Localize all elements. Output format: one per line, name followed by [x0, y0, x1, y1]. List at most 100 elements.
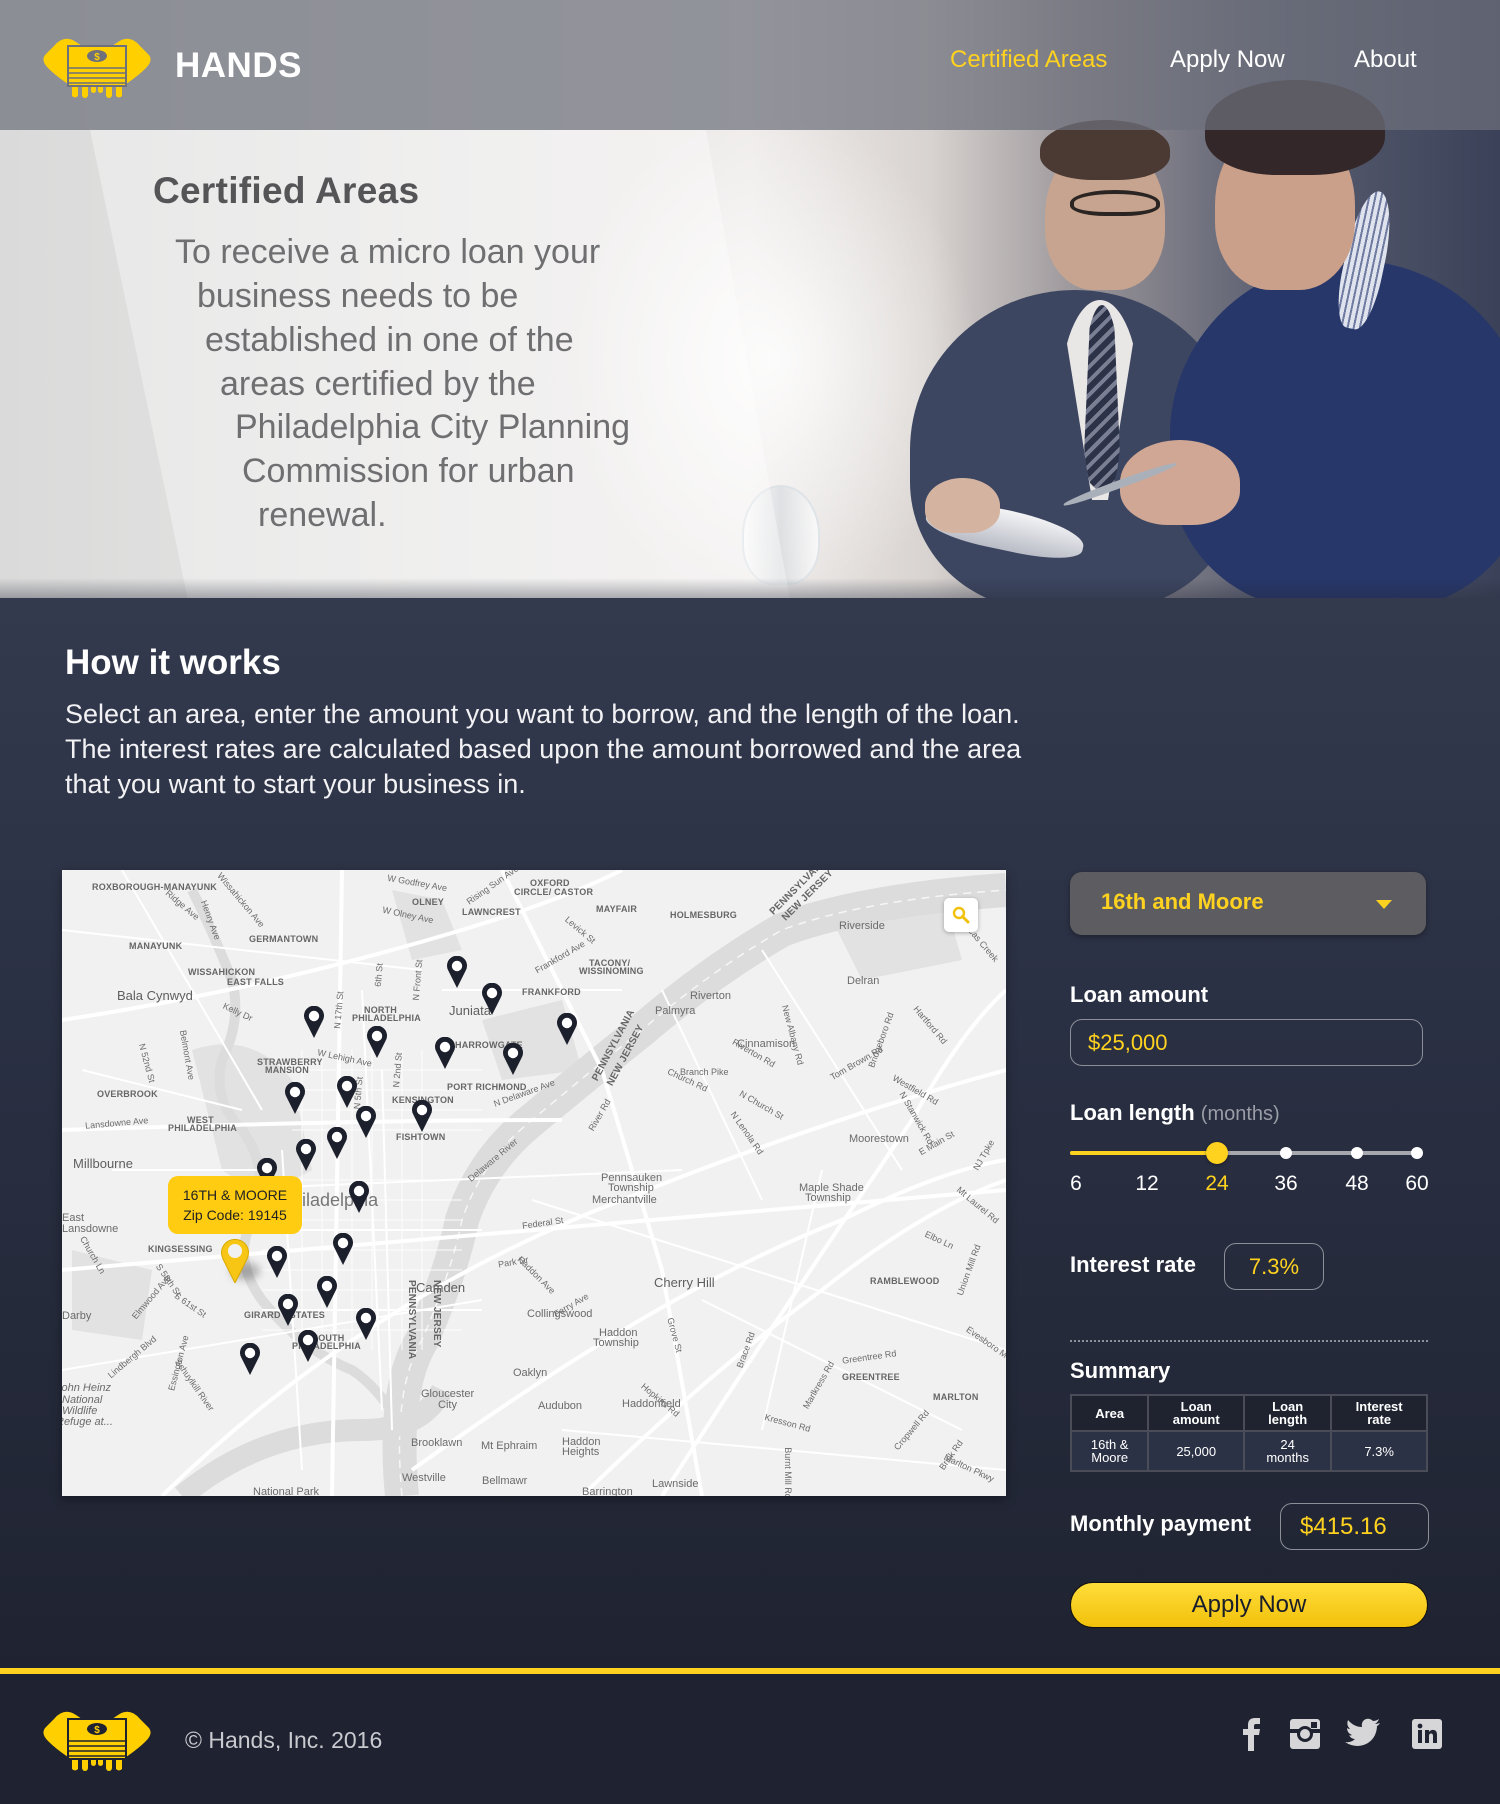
slider-stop[interactable]: [1351, 1147, 1363, 1159]
map-label: KINGSESSING: [148, 1244, 213, 1254]
map-label: MANSION: [265, 1065, 309, 1075]
summary-cell: 7.3%: [1330, 1430, 1428, 1472]
hero-line: Commission for urban: [242, 452, 575, 490]
loan-length-slider[interactable]: 6 12 24 36 48 60: [1070, 1140, 1429, 1200]
summary-header-cell: Interest rate: [1330, 1394, 1428, 1432]
slider-tick-label[interactable]: 24: [1205, 1172, 1228, 1196]
area-select[interactable]: 16th and Moore: [1070, 872, 1426, 935]
linkedin-icon[interactable]: [1411, 1717, 1443, 1751]
slider-stop[interactable]: [1280, 1147, 1292, 1159]
map-label: ROXBOROUGH-MANAYUNK: [92, 882, 217, 892]
map-pin-selected[interactable]: [220, 1237, 250, 1283]
how-it-works-title: How it works: [65, 643, 281, 682]
map-label: National Park: [253, 1486, 320, 1496]
nav-about[interactable]: About: [1354, 46, 1417, 74]
map-pin[interactable]: [366, 1026, 388, 1058]
area-map[interactable]: ROXBOROUGH-MANAYUNK MANAYUNK GERMANTOWN …: [62, 870, 1006, 1496]
nav-certified-areas[interactable]: Certified Areas: [950, 46, 1107, 74]
summary-header-cell: Loan length: [1243, 1394, 1333, 1432]
map-label: City: [438, 1399, 457, 1411]
map-label: Riverside: [839, 920, 885, 932]
map-label: PHILADELPHIA: [168, 1123, 237, 1133]
hero-line: areas certified by the: [220, 365, 536, 403]
map-pin[interactable]: [326, 1127, 348, 1159]
apply-now-button[interactable]: Apply Now: [1070, 1582, 1428, 1628]
map-pin[interactable]: [556, 1013, 578, 1045]
map-state-border-label: NEW JERSEY: [431, 1280, 442, 1348]
hero-line: renewal.: [258, 496, 387, 534]
hero-photo-hand: [925, 478, 1000, 533]
map-label: Burnt Mill Rd: [782, 1447, 793, 1496]
hero-bottom-fade: [0, 578, 1500, 598]
map-pin[interactable]: [348, 1181, 370, 1213]
facebook-icon[interactable]: [1236, 1717, 1268, 1751]
map-label: MANAYUNK: [129, 941, 183, 951]
hero-line: business needs to be: [197, 277, 519, 315]
map-label: FRANKFORD: [522, 987, 581, 997]
map-pin[interactable]: [355, 1106, 377, 1138]
slider-stop[interactable]: [1411, 1147, 1423, 1159]
map-pin[interactable]: [316, 1276, 338, 1308]
map-pin[interactable]: [434, 1037, 456, 1069]
loan-amount-input[interactable]: [1070, 1019, 1423, 1066]
search-icon: [952, 906, 970, 924]
chevron-down-icon: [1376, 900, 1392, 909]
map-label: Moorestown: [849, 1133, 909, 1145]
top-nav-bar: $ HANDS Certified Areas Apply Now About: [0, 0, 1500, 130]
map-pin[interactable]: [266, 1246, 288, 1278]
map-pin[interactable]: [284, 1082, 306, 1114]
summary-header-cell: Area: [1069, 1394, 1150, 1432]
map-label: Darby: [62, 1310, 92, 1322]
slider-thumb[interactable]: [1206, 1142, 1228, 1164]
slider-tick-label[interactable]: 60: [1405, 1172, 1428, 1196]
map-pin[interactable]: [481, 983, 503, 1015]
nav-apply-now[interactable]: Apply Now: [1170, 46, 1285, 74]
brand-name[interactable]: HANDS: [175, 46, 302, 86]
map-pin[interactable]: [332, 1233, 354, 1265]
summary-header-cell: Loan amount: [1147, 1394, 1246, 1432]
map-label: Merchantville: [592, 1194, 657, 1206]
summary-cell: 25,000: [1147, 1430, 1246, 1472]
instagram-icon[interactable]: [1289, 1717, 1321, 1751]
map-label: Cherry Hill: [654, 1275, 715, 1290]
hands-logo-icon[interactable]: $: [42, 1705, 152, 1773]
map-label: Township: [593, 1337, 639, 1349]
map-pin[interactable]: [277, 1294, 299, 1326]
map-pin[interactable]: [336, 1076, 358, 1108]
svg-text:$: $: [94, 52, 100, 63]
summary-header-text: amount: [1172, 1412, 1220, 1427]
map-pin[interactable]: [446, 956, 468, 988]
monthly-payment-value: $415.16: [1280, 1503, 1429, 1550]
map-label: Refuge at...: [62, 1416, 113, 1428]
map-label: WISSAHICKON: [188, 967, 256, 977]
slider-tick-label[interactable]: 36: [1274, 1172, 1297, 1196]
slider-tick-label[interactable]: 48: [1345, 1172, 1368, 1196]
map-label: FISHTOWN: [396, 1132, 446, 1142]
twitter-icon[interactable]: [1345, 1717, 1381, 1751]
map-pin[interactable]: [295, 1139, 317, 1171]
map-search-button[interactable]: [944, 898, 978, 932]
map-label: Brooklawn: [411, 1437, 463, 1449]
hands-logo-icon[interactable]: $: [42, 32, 152, 100]
hero-photo-hand: [1120, 440, 1240, 525]
map-pin[interactable]: [502, 1043, 524, 1075]
map-pin[interactable]: [239, 1343, 261, 1375]
map-pin[interactable]: [303, 1006, 325, 1038]
map-label: Bala Cynwyd: [117, 988, 193, 1003]
map-label: Delran: [847, 975, 880, 987]
slider-tick-label[interactable]: 12: [1135, 1172, 1158, 1196]
summary-cell-text: Moore: [1091, 1450, 1129, 1465]
map-pin[interactable]: [297, 1330, 319, 1362]
map-label: OLNEY: [412, 897, 445, 907]
selected-area-tooltip: 16TH & MOORE Zip Code: 19145: [168, 1176, 302, 1234]
map-label: Lansdowne: [62, 1223, 119, 1235]
summary-title: Summary: [1070, 1358, 1171, 1383]
summary-table: Area Loan amount Loan length Interest rate 16t…: [1069, 1394, 1428, 1472]
map-pin[interactable]: [411, 1100, 433, 1132]
map-pin[interactable]: [355, 1308, 377, 1340]
map-label: Oaklyn: [513, 1367, 548, 1379]
slider-tick-label[interactable]: 6: [1070, 1172, 1082, 1196]
copyright-text: © Hands, Inc. 2016: [185, 1727, 383, 1753]
tooltip-area-name: 16TH & MOORE: [182, 1187, 288, 1203]
svg-text:$: $: [94, 1725, 100, 1736]
